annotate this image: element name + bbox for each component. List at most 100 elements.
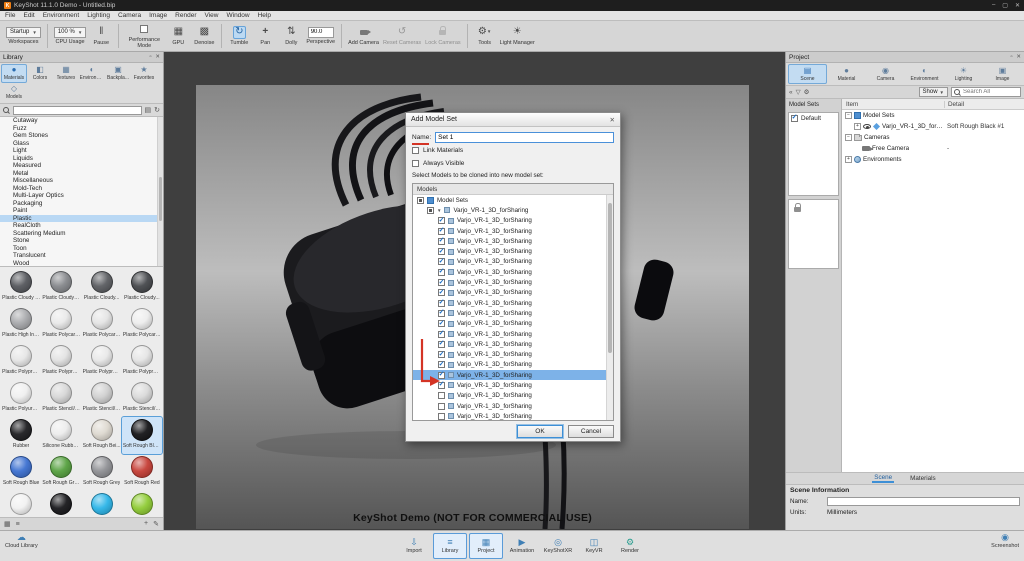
model-set-default[interactable]: ✓ Default — [789, 113, 838, 123]
always-visible-option[interactable]: Always Visible — [412, 157, 614, 169]
menu-item[interactable]: File — [5, 12, 15, 19]
gpu-button[interactable]: ▦ GPU — [167, 26, 189, 46]
tab-textures[interactable]: ▦Textures — [53, 64, 79, 83]
tab-materials[interactable]: ●Materials — [1, 64, 27, 83]
tree-row-free-camera[interactable]: Free Camera - — [842, 143, 1024, 154]
collapse-icon[interactable]: − — [845, 134, 852, 141]
tree-row-environments[interactable]: + Environments — [842, 154, 1024, 165]
category-tree-item[interactable]: Multi-Layer Optics — [0, 192, 163, 200]
category-tree-item[interactable]: Packaging — [0, 200, 163, 208]
tab-backplates[interactable]: ▣Backpla... — [105, 64, 131, 83]
material-thumbnail[interactable]: Soft Rough Black — [122, 417, 162, 454]
visibility-eye-icon[interactable] — [863, 124, 871, 129]
category-tree-item[interactable]: Plastic — [0, 215, 163, 223]
model-parent-row[interactable]: ▼ Varjo_VR-1_3D_forSharing — [413, 205, 613, 215]
category-tree-item[interactable]: RealCloth — [0, 222, 163, 230]
material-thumbnail[interactable]: Soft Rough Blue — [1, 454, 41, 491]
dialog-titlebar[interactable]: Add Model Set ✕ — [406, 113, 620, 127]
material-thumbnail[interactable]: Plastic Cloudy W... — [41, 269, 81, 306]
model-sets-root-row[interactable]: Model Sets — [413, 195, 613, 205]
dialog-model-row[interactable]: ✓ Varjo_VR-1_3D_forSharing — [413, 267, 613, 277]
model-checkbox[interactable]: ✓ — [438, 269, 445, 276]
minimize-icon[interactable]: – — [992, 2, 995, 9]
material-thumbnail[interactable]: Soft Rough Bei... — [82, 417, 122, 454]
link-materials-option[interactable]: Link Materials — [412, 144, 614, 156]
menu-item[interactable]: Edit — [23, 12, 34, 19]
tab-models[interactable]: ◇Models — [1, 83, 27, 102]
material-thumbnail[interactable]: Plastic Cloudy Tr... — [1, 269, 41, 306]
models-list-scrollbar[interactable] — [606, 195, 613, 420]
material-thumbnail[interactable]: Soft Shiny Blue — [82, 491, 122, 517]
dialog-model-row[interactable]: ✓ Varjo_VR-1_3D_forSharing — [413, 411, 613, 421]
collapse-icon[interactable]: − — [845, 112, 852, 119]
model-checkbox[interactable]: ✓ — [438, 248, 445, 255]
model-checkbox[interactable]: ✓ — [438, 217, 445, 224]
tree-row-model[interactable]: + Varjo_VR-1_3D_forSharing Soft Rough Bl… — [842, 121, 1024, 132]
tab-favorites[interactable]: ★Favorites — [131, 64, 157, 83]
tree-row-cameras[interactable]: − Cameras — [842, 132, 1024, 143]
category-tree-item[interactable]: Fuzz — [0, 125, 163, 133]
menu-item[interactable]: Help — [258, 12, 271, 19]
filter-icon[interactable]: ▤ — [145, 107, 152, 114]
material-thumbnail[interactable]: Plastic Polypropyl... — [82, 343, 122, 380]
material-thumbnail[interactable]: Rubber — [1, 417, 41, 454]
tab-camera[interactable]: ◉Camera — [866, 64, 905, 84]
pause-button[interactable]: ‖ Pause — [90, 26, 112, 46]
category-tree-item[interactable]: Miscellaneous — [0, 177, 163, 185]
dialog-model-row[interactable]: ✓ Varjo_VR-1_3D_forSharing — [413, 246, 613, 256]
add-camera-button[interactable]: Add Camera — [348, 26, 379, 46]
close-panel-icon[interactable]: ✕ — [155, 54, 160, 60]
model-checkbox[interactable]: ✓ — [438, 228, 445, 235]
dialog-model-row[interactable]: ✓ Varjo_VR-1_3D_forSharing — [413, 391, 613, 401]
material-thumbnail[interactable]: Soft Rough Green — [41, 454, 81, 491]
show-dropdown[interactable]: Show▼ — [919, 87, 948, 97]
material-thumbnail[interactable]: Plastic Cloudy... — [82, 269, 122, 306]
expand-icon[interactable]: + — [854, 123, 861, 130]
menu-item[interactable]: Lighting — [87, 12, 110, 19]
tab-material[interactable]: ●Material — [827, 64, 866, 84]
settings-gear-icon[interactable]: ⚙ — [804, 88, 810, 96]
menu-item[interactable]: Environment — [43, 12, 80, 19]
material-thumbnail[interactable]: Soft Shiny Green — [122, 491, 162, 517]
material-thumbnail[interactable]: Plastic Polycarbo... — [122, 306, 162, 343]
tools-dropdown[interactable]: ⚙▼ Tools — [474, 26, 496, 46]
dock-item-render[interactable]: ⚙Render — [613, 533, 647, 559]
cancel-button[interactable]: Cancel — [568, 425, 614, 438]
denoise-button[interactable]: ▩ Denoise — [193, 26, 215, 46]
performance-mode-toggle[interactable]: Performance Mode — [125, 23, 163, 49]
add-icon[interactable]: + — [144, 520, 148, 528]
cpu-usage-dropdown[interactable]: 100 %▼ CPU Usage — [54, 27, 86, 45]
maximize-icon[interactable]: ▢ — [1002, 2, 1008, 9]
category-tree-item[interactable]: Gem Stones — [0, 132, 163, 140]
model-checkbox[interactable]: ✓ — [438, 289, 445, 296]
tab-lighting[interactable]: ☀Lighting — [944, 64, 983, 84]
dock-item-keyshotxr[interactable]: ◎KeyShotXR — [541, 533, 575, 559]
category-tree-item[interactable]: Measured — [0, 162, 163, 170]
model-checkbox[interactable]: ✓ — [438, 238, 445, 245]
tree-scrollbar[interactable] — [157, 117, 163, 266]
lock-cameras-button[interactable]: Lock Cameras — [425, 26, 460, 46]
perspective-field[interactable]: Perspective — [306, 27, 335, 45]
category-tree-item[interactable]: Wood — [0, 260, 163, 268]
material-thumbnail[interactable]: Plastic Polycarbo... — [82, 306, 122, 343]
material-thumbnail[interactable]: Plastic Polycarbo... — [41, 306, 81, 343]
menu-item[interactable]: Image — [149, 12, 167, 19]
list-view-icon[interactable]: ≡ — [16, 521, 20, 528]
category-tree-item[interactable]: Scattering Medium — [0, 230, 163, 238]
category-tree-item[interactable]: Light — [0, 147, 163, 155]
model-checkbox[interactable]: ✓ — [438, 300, 445, 307]
model-checkbox[interactable]: ✓ — [438, 310, 445, 317]
tab-environments[interactable]: ◐Environm... — [79, 64, 105, 83]
menu-item[interactable]: View — [205, 12, 219, 19]
ok-button[interactable]: OK — [517, 425, 563, 438]
material-thumbnail[interactable]: Plastic Polypropyl... — [122, 343, 162, 380]
material-thumbnail[interactable]: Soft Rough Grey — [82, 454, 122, 491]
category-tree-item[interactable]: Metal — [0, 170, 163, 178]
model-checkbox[interactable]: ✓ — [438, 279, 445, 286]
library-search-input[interactable] — [13, 106, 142, 115]
reset-cameras-button[interactable]: ↺ Reset Cameras — [383, 26, 421, 46]
root-checkbox[interactable] — [417, 197, 424, 204]
dolly-tool-button[interactable]: ⇅ Dolly — [280, 26, 302, 46]
pan-tool-button[interactable]: + Pan — [254, 26, 276, 46]
scene-name-input[interactable] — [827, 497, 1020, 506]
